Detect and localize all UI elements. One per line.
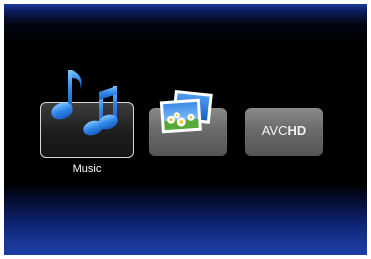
avchd-logo-suffix: HD (287, 123, 307, 138)
media-menu-screen: Music AVCHD (4, 4, 367, 255)
music-label: Music (72, 163, 102, 175)
music-notes-icon (51, 70, 118, 136)
avchd-logo: AVCHD (245, 123, 323, 138)
avchd-logo-prefix: AVC (261, 123, 288, 138)
avchd-tile[interactable]: AVCHD (245, 108, 323, 156)
photo-icon (159, 90, 213, 134)
